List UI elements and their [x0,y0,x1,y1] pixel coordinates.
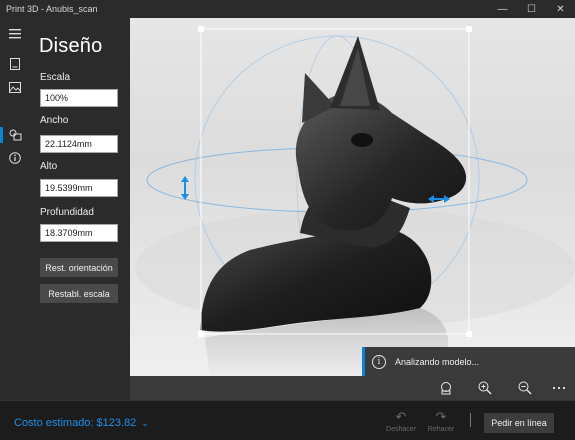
menu-icon[interactable] [0,23,30,45]
scale-field[interactable]: 100% [40,89,118,107]
undo-button[interactable]: ↶ Deshacer [381,409,421,433]
bbox-handle-bl[interactable] [198,331,204,337]
estimated-cost-text: Costo estimado: $123.82 [14,417,137,429]
title-bar: Print 3D - Anubis_scan — ☐ ✕ [0,0,575,18]
bottom-bar: Costo estimado: $123.82 ⌄ ↶ Deshacer ↷ R… [0,400,575,440]
viewport-toolbar [130,376,575,400]
bbox-handle-tl[interactable] [198,26,204,32]
info-icon[interactable] [0,147,30,169]
scale-label: Escala [40,72,71,83]
undo-label: Deshacer [386,426,416,433]
chevron-down-icon: ⌄ [141,417,149,428]
maximize-button[interactable]: ☐ [517,0,546,18]
nav-rail [0,18,30,400]
repair-icon[interactable] [435,379,457,397]
panel-title: Diseño [39,35,103,57]
width-label: Ancho [40,115,69,126]
bbox-handle-br[interactable] [466,331,472,337]
model-viewport[interactable] [130,18,575,376]
height-label: Alto [40,161,58,172]
close-button[interactable]: ✕ [546,0,575,18]
height-field[interactable]: 19.5399mm [40,179,118,197]
order-online-button[interactable]: Pedir en línea [484,413,554,433]
move-vertical-handle[interactable] [181,176,189,200]
estimated-cost[interactable]: Costo estimado: $123.82 ⌄ [14,417,149,429]
redo-icon: ↷ [435,409,447,424]
bbox-handle-tr[interactable] [466,26,472,32]
reset-orientation-button[interactable]: Rest. orientación [40,258,118,277]
design-panel: Diseño Escala 100% Ancho 22.1124mm Alto … [30,18,130,400]
design-icon[interactable] [0,124,30,146]
redo-button[interactable]: ↷ Rehacer [421,409,461,433]
info-icon: i [372,354,386,369]
minimize-button[interactable]: — [488,0,517,18]
zoom-out-icon[interactable] [514,379,536,397]
reset-scale-button[interactable]: Restabl. escala [40,284,118,303]
image-icon[interactable] [0,76,30,98]
file-icon[interactable] [0,53,30,75]
zoom-in-icon[interactable] [474,379,496,397]
depth-field[interactable]: 18.3709mm [40,224,118,242]
width-field[interactable]: 22.1124mm [40,135,118,153]
window-title: Print 3D - Anubis_scan [6,4,98,14]
more-options-icon[interactable] [548,379,570,397]
status-toast: i Analizando modelo... [362,347,575,376]
toast-text: Analizando modelo... [395,356,480,367]
depth-label: Profundidad [40,207,94,218]
viewport-canvas [135,26,575,376]
undo-icon: ↶ [395,409,407,424]
model-head [295,93,467,231]
model-eye [351,133,373,147]
divider [470,413,471,427]
redo-label: Rehacer [427,426,455,433]
